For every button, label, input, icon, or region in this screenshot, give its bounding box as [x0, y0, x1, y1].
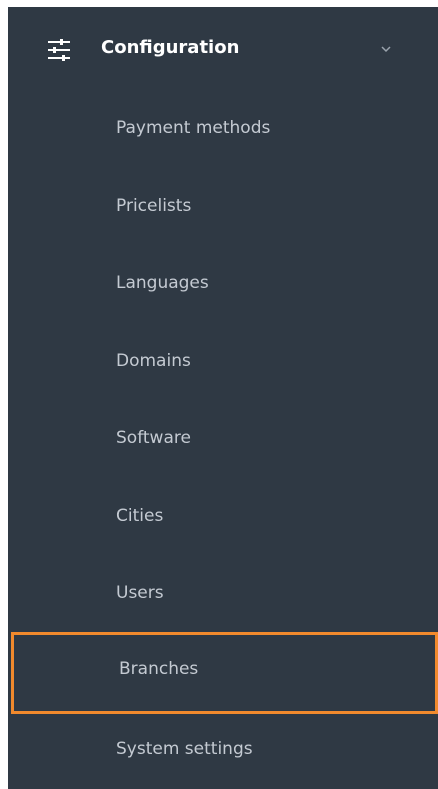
sidebar: Configuration Payment methods Pricelists…	[8, 7, 438, 789]
sidebar-item-label: Branches	[119, 659, 199, 679]
sidebar-item-payment-methods[interactable]: Payment methods	[8, 91, 438, 167]
sidebar-item-label: Languages	[116, 273, 209, 293]
sidebar-item-pricelists[interactable]: Pricelists	[8, 169, 438, 245]
chevron-down-icon[interactable]	[378, 41, 394, 57]
sidebar-item-languages[interactable]: Languages	[8, 246, 438, 322]
sidebar-item-cities[interactable]: Cities	[8, 479, 438, 555]
sidebar-item-label: Cities	[116, 506, 164, 526]
configuration-group-title: Configuration	[101, 37, 240, 58]
sliders-icon	[48, 39, 70, 61]
sidebar-item-branches[interactable]: Branches	[11, 632, 438, 714]
configuration-group-header[interactable]: Configuration	[8, 7, 438, 91]
sidebar-item-label: Payment methods	[116, 118, 271, 138]
sidebar-item-label: Pricelists	[116, 196, 192, 216]
sidebar-item-domains[interactable]: Domains	[8, 324, 438, 400]
sidebar-item-label: System settings	[116, 739, 253, 759]
page-frame: Configuration Payment methods Pricelists…	[0, 0, 438, 789]
sidebar-item-label: Software	[116, 428, 191, 448]
sidebar-item-label: Users	[116, 583, 164, 603]
sidebar-item-software[interactable]: Software	[8, 401, 438, 477]
sidebar-item-users[interactable]: Users	[8, 556, 438, 632]
sidebar-item-system-settings[interactable]: System settings	[8, 712, 438, 788]
sidebar-item-label: Domains	[116, 351, 191, 371]
